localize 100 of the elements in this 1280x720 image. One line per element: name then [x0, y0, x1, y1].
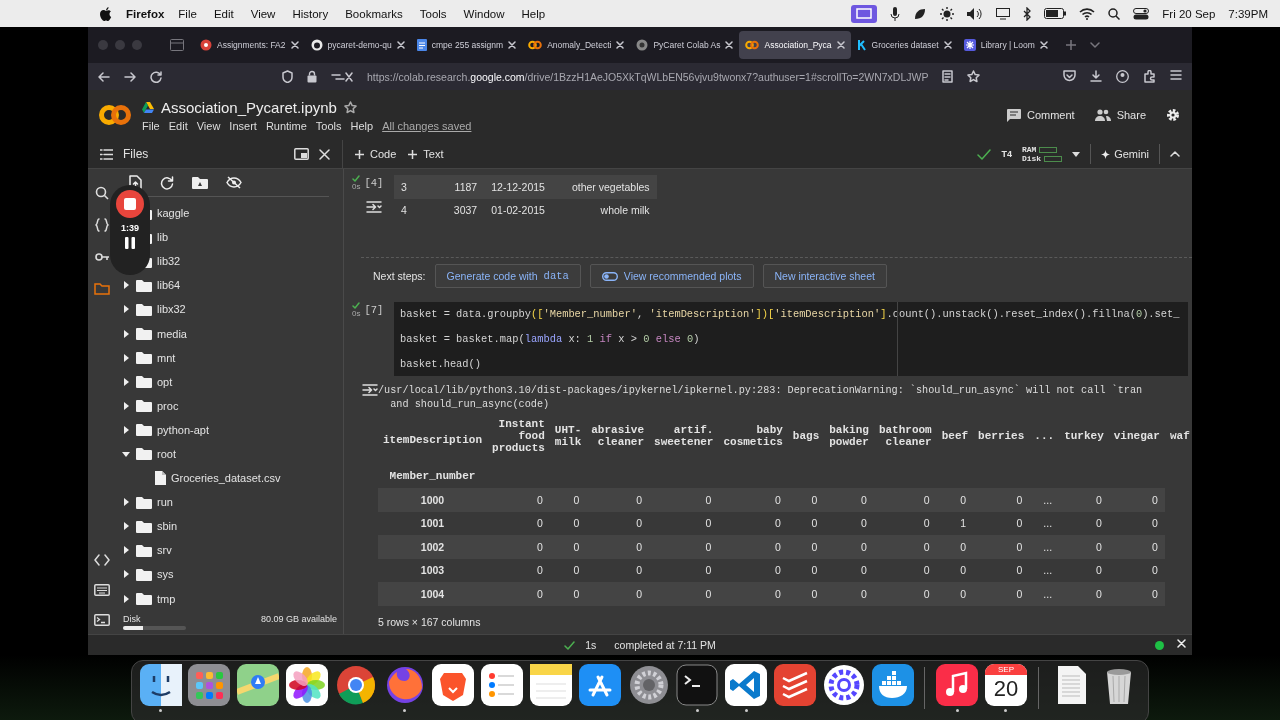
menu-item[interactable]: View: [250, 7, 276, 20]
drive-folder-icon[interactable]: [192, 176, 208, 189]
code-editor[interactable]: basket = data.groupby(['Member_number', 'itemDescription'])['itemDescription'].count().unstack().reset_index().fillna(0).set_ basket = basket.map(lambda x: 1 if x > 0 else 0) basket.head(): [394, 302, 1188, 376]
flower-app-icon[interactable]: [286, 664, 328, 706]
notebook-title[interactable]: Association_Pycaret.ipynb: [161, 98, 337, 116]
speaker-icon[interactable]: [967, 7, 984, 20]
control-center-icon[interactable]: [1133, 7, 1150, 20]
lock-icon[interactable]: [307, 70, 317, 83]
add-text-button[interactable]: Text: [408, 148, 444, 160]
stop-record-icon[interactable]: [115, 189, 145, 219]
list-app-icon[interactable]: [481, 664, 524, 706]
file-name[interactable]: Groceries_dataset.csv: [171, 472, 281, 485]
screen-share-icon[interactable]: [851, 4, 878, 23]
close-icon[interactable]: [943, 41, 952, 49]
expand-arrow-icon[interactable]: [121, 400, 131, 411]
folder-name[interactable]: mnt: [157, 351, 176, 364]
close-icon[interactable]: [396, 41, 405, 49]
close-icon[interactable]: [725, 41, 734, 49]
shield-icon[interactable]: [282, 70, 293, 83]
browser-tab[interactable]: cmpe 255 assignm: [410, 31, 523, 59]
chevron-up-icon[interactable]: [1170, 151, 1180, 157]
grid-app-icon[interactable]: [188, 664, 231, 706]
monitor-icon[interactable]: [996, 7, 1011, 20]
folder-name[interactable]: tmp: [157, 592, 176, 605]
reader-icon[interactable]: [942, 70, 954, 83]
chevron-down-icon[interactable]: [1089, 42, 1100, 48]
menu-item[interactable]: Help: [350, 119, 374, 132]
close-icon[interactable]: [508, 41, 517, 49]
pocket-icon[interactable]: [1063, 70, 1076, 82]
menu-item[interactable]: Window: [463, 7, 505, 20]
menu-icon[interactable]: [1170, 70, 1182, 80]
folder-name[interactable]: srv: [157, 544, 172, 557]
eye-off-icon[interactable]: [226, 176, 242, 189]
pause-icon[interactable]: [125, 237, 135, 249]
expand-arrow-icon[interactable]: [121, 376, 131, 387]
notepad-app-icon[interactable]: [530, 664, 572, 706]
close-icon[interactable]: [1039, 41, 1048, 49]
menu-item[interactable]: Tools: [315, 119, 342, 132]
star-outline-icon[interactable]: [343, 100, 357, 114]
menu-item[interactable]: File: [142, 119, 160, 132]
gear-app-icon[interactable]: [627, 664, 670, 706]
folder-name[interactable]: lib: [157, 231, 168, 244]
browser-tab[interactable]: Library | Loom: [957, 31, 1054, 59]
folder-icon[interactable]: [93, 282, 110, 295]
calendar-app-icon[interactable]: SEP 20: [984, 664, 1027, 706]
expand-arrow-icon[interactable]: [121, 593, 131, 604]
menu-item[interactable]: History: [292, 7, 329, 20]
forward-icon[interactable]: [124, 70, 136, 83]
folder-name[interactable]: root: [157, 448, 176, 460]
refresh-icon[interactable]: [160, 175, 174, 190]
browser-tab[interactable]: Association_Pyca: [739, 31, 851, 59]
whale-app-icon[interactable]: [871, 664, 914, 706]
browser-tab[interactable]: Groceries dataset: [850, 31, 958, 59]
interactive-sheet-button[interactable]: New interactive sheet: [762, 264, 887, 288]
face-app-icon[interactable]: [139, 664, 182, 706]
note-app-icon[interactable]: [936, 664, 979, 706]
window-icon[interactable]: [294, 148, 309, 160]
search-icon[interactable]: [1108, 7, 1121, 20]
expand-arrow-icon[interactable]: [121, 449, 131, 459]
close-icon[interactable]: [319, 148, 330, 160]
key-icon[interactable]: [94, 250, 109, 264]
code-icon[interactable]: [93, 554, 110, 566]
ribbon-app-icon[interactable]: [725, 664, 768, 706]
folder-name[interactable]: opt: [157, 375, 173, 388]
terminal-app-icon[interactable]: [676, 664, 719, 706]
settings-icon[interactable]: [1166, 108, 1180, 122]
close-icon[interactable]: [290, 41, 299, 49]
expand-arrow-icon[interactable]: [121, 352, 131, 363]
expand-arrow-icon[interactable]: [121, 521, 131, 532]
menu-item[interactable]: View: [196, 119, 221, 132]
folder-name[interactable]: kaggle: [157, 207, 190, 220]
round-app-icon[interactable]: [334, 664, 377, 706]
output-toggle-icon[interactable]: [366, 201, 382, 213]
folder-name[interactable]: sbin: [157, 520, 178, 533]
generate-code-button[interactable]: Generate code with data: [434, 264, 581, 288]
wifi-icon[interactable]: [1079, 7, 1096, 20]
stack-app-icon[interactable]: [774, 664, 816, 706]
folder-name[interactable]: python-apt: [157, 423, 209, 436]
resource-meter[interactable]: RAM Disk: [1021, 145, 1063, 163]
menubar-date[interactable]: Fri 20 Sep: [1162, 7, 1216, 20]
expand-arrow-icon[interactable]: [121, 280, 131, 291]
download-icon[interactable]: [1090, 70, 1102, 82]
add-code-button[interactable]: Code: [355, 148, 397, 160]
tab-list-icon[interactable]: [170, 39, 184, 51]
sun-icon[interactable]: [940, 6, 955, 21]
extensions-icon[interactable]: [1143, 70, 1156, 83]
leaf-icon[interactable]: [913, 6, 928, 21]
expand-arrow-icon[interactable]: [121, 569, 131, 580]
expand-arrow-icon[interactable]: [121, 424, 131, 435]
folder-name[interactable]: proc: [157, 399, 179, 412]
recommended-plots-button[interactable]: View recommended plots: [589, 264, 754, 288]
search-icon[interactable]: [94, 186, 109, 200]
comment-button[interactable]: Comment: [1006, 108, 1075, 122]
menu-item[interactable]: Edit: [213, 7, 234, 20]
folder-name[interactable]: media: [157, 327, 187, 340]
close-icon[interactable]: [616, 41, 625, 49]
close-icon[interactable]: [836, 41, 845, 49]
menu-item[interactable]: Bookmarks: [345, 7, 403, 20]
a-app-icon[interactable]: [578, 664, 621, 706]
output-toggle-icon[interactable]: [362, 384, 378, 396]
